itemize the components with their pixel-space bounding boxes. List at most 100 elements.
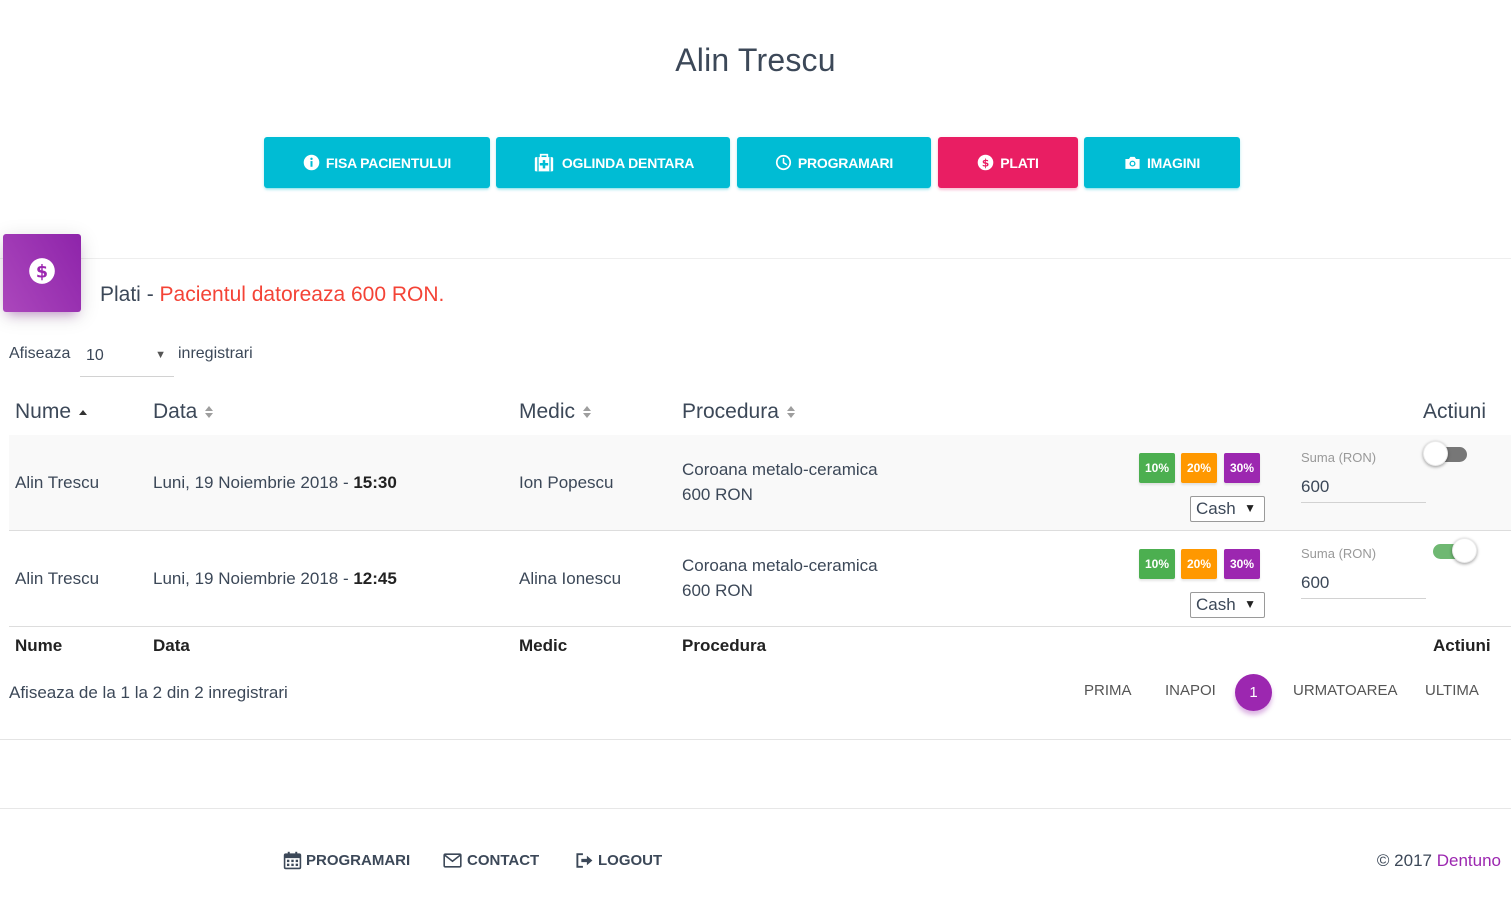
table-row: Alin Trescu Luni, 19 Noiembrie 2018 - 15… (9, 435, 1511, 531)
cell-date: Luni, 19 Noiembrie 2018 - 12:45 (153, 569, 397, 589)
card-title: Plati - Pacientul datoreaza 600 RON. (100, 283, 444, 307)
tab-label: OGLINDA DENTARA (561, 154, 695, 171)
sort-icon (205, 406, 214, 418)
tab-label: PLATI (1000, 154, 1039, 171)
caret-down-icon: ▼ (1244, 597, 1256, 611)
tab-plati[interactable]: $ PLATI (938, 137, 1078, 188)
cell-procedure: Coroana metalo-ceramica 600 RON (682, 553, 878, 603)
payment-method-value: Cash (1196, 499, 1236, 518)
discount-30-button[interactable]: 30% (1224, 453, 1260, 483)
column-header-actiuni: Actiuni (1423, 400, 1486, 424)
column-label: Medic (519, 400, 576, 423)
tab-oglinda-dentara[interactable]: OGLINDA DENTARA (496, 137, 730, 188)
payment-method-select[interactable]: Cash ▼ (1190, 592, 1265, 618)
procedure-price: 600 RON (682, 581, 753, 600)
footer-header-data: Data (153, 636, 190, 655)
payment-method-select[interactable]: Cash ▼ (1190, 496, 1265, 522)
footer-link-label: CONTACT (467, 852, 540, 869)
column-header-nume[interactable]: Nume (15, 400, 88, 424)
footer-link-logout[interactable]: LOGOUT (575, 851, 662, 870)
discount-10-button[interactable]: 10% (1139, 549, 1175, 579)
cell-name: Alin Trescu (15, 473, 100, 492)
calendar-icon (283, 851, 302, 870)
footer-header-actiuni: Actiuni (1433, 636, 1491, 655)
debt-message: Pacientul datoreaza 600 RON. (159, 283, 445, 306)
discount-20-button[interactable]: 20% (1181, 549, 1217, 579)
clock-icon (775, 154, 792, 171)
column-header-medic[interactable]: Medic (519, 400, 592, 424)
toggle-knob (1423, 441, 1448, 466)
tab-label: PROGRAMARI (797, 154, 894, 171)
column-header-procedura[interactable]: Procedura (682, 400, 795, 424)
length-prefix: Afiseaza (9, 345, 71, 362)
paid-toggle[interactable] (1431, 538, 1477, 564)
sum-value: 600 (1301, 477, 1330, 496)
sort-icon (583, 406, 592, 418)
info-icon (303, 154, 320, 171)
date-text: Luni, 19 Noiembrie 2018 - (153, 569, 354, 588)
patient-tabs: FISA PACIENTULUI OGLINDA DENTARA PROGRAM… (0, 137, 1511, 189)
time-text: 12:45 (353, 569, 397, 588)
tab-programari[interactable]: PROGRAMARI (737, 137, 931, 188)
sum-value: 600 (1301, 573, 1330, 592)
svg-text:$: $ (982, 156, 989, 169)
pagination-prev-button[interactable]: INAPOI (1165, 682, 1216, 699)
medical-kit-icon (532, 153, 556, 173)
column-label: Procedura (682, 400, 779, 423)
discount-20-button[interactable]: 20% (1181, 453, 1217, 483)
cell-medic: Alina Ionescu (519, 569, 622, 588)
camera-icon (1124, 154, 1141, 171)
title-separator: - (140, 283, 160, 306)
procedure-price: 600 RON (682, 485, 753, 504)
sort-icon (786, 406, 795, 418)
cell-medic: Ion Popescu (519, 473, 614, 492)
tab-label: FISA PACIENTULUI (325, 154, 452, 171)
payment-method-value: Cash (1196, 595, 1236, 614)
procedure-name: Coroana metalo-ceramica (682, 460, 878, 479)
cell-procedure: Coroana metalo-ceramica 600 RON (682, 457, 878, 507)
caret-down-icon: ▼ (1244, 501, 1256, 515)
envelope-icon (442, 851, 463, 870)
table-info: Afiseaza de la 1 la 2 din 2 inregistrari (9, 683, 288, 702)
time-text: 15:30 (353, 473, 397, 492)
pagination-next-button[interactable]: URMATOAREA (1293, 682, 1397, 699)
footer-link-label: LOGOUT (598, 852, 663, 869)
cell-name: Alin Trescu (15, 569, 100, 588)
footer-header-procedura: Procedura (682, 636, 767, 655)
entries-per-page-select[interactable]: 10 ▼ (80, 343, 174, 377)
procedure-name: Coroana metalo-ceramica (682, 556, 878, 575)
page-title: Alin Trescu (675, 42, 836, 78)
table-row: Alin Trescu Luni, 19 Noiembrie 2018 - 12… (9, 531, 1511, 627)
sort-asc-icon (79, 409, 88, 415)
copyright-text: © 2017 (1376, 851, 1437, 870)
caret-down-icon: ▼ (155, 349, 166, 361)
column-header-data[interactable]: Data (153, 400, 214, 424)
footer-link-contact[interactable]: CONTACT (442, 851, 539, 870)
sum-input[interactable]: 600 (1301, 473, 1426, 503)
column-label: Data (153, 400, 198, 423)
tab-label: IMAGINI (1146, 154, 1201, 171)
footer-link-programari[interactable]: PROGRAMARI (283, 851, 410, 870)
length-suffix: inregistrari (178, 345, 253, 362)
column-label: Actiuni (1423, 400, 1487, 423)
pagination-page-1[interactable]: 1 (1235, 674, 1272, 711)
sum-label: Suma (RON) (1301, 546, 1377, 561)
sum-input[interactable]: 600 (1301, 569, 1426, 599)
pagination-first-button[interactable]: PRIMA (1084, 682, 1132, 699)
column-label: Nume (15, 400, 72, 423)
footer-header-nume: Nume (15, 636, 63, 655)
card-header-icon: $ (3, 234, 81, 312)
discount-30-button[interactable]: 30% (1224, 549, 1260, 579)
discount-10-button[interactable]: 10% (1139, 453, 1175, 483)
tab-fisa-pacientului[interactable]: FISA PACIENTULUI (264, 137, 490, 188)
dollar-icon: $ (28, 257, 56, 290)
brand-link[interactable]: Dentuno (1437, 851, 1501, 870)
footer-header-medic: Medic (519, 636, 568, 655)
site-footer: PROGRAMARI CONTACT LOGOUT © 2017 Dentuno (0, 808, 1511, 909)
toggle-knob (1452, 538, 1477, 563)
svg-text:$: $ (36, 262, 48, 282)
paid-toggle[interactable] (1423, 441, 1469, 467)
pagination-last-button[interactable]: ULTIMA (1425, 682, 1479, 699)
tab-imagini[interactable]: IMAGINI (1084, 137, 1240, 188)
dollar-icon: $ (977, 154, 994, 171)
